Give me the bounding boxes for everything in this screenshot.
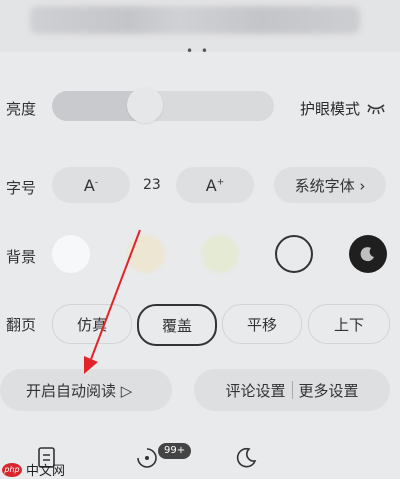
flip-option-simulate[interactable]: 仿真 [52, 304, 132, 344]
background-swatch-dark[interactable] [349, 235, 387, 273]
notification-badge: 99+ [158, 443, 192, 459]
flip-option-slide[interactable]: 平移 [222, 304, 302, 344]
flip-option-vertical[interactable]: 上下 [308, 304, 390, 344]
flip-option-cover[interactable]: 覆盖 [137, 304, 217, 346]
flip-option-label: 仿真 [76, 315, 107, 334]
auto-read-label: 开启自动阅读 ▷ [26, 381, 133, 400]
eye-mode-toggle[interactable]: 护眼模式 [300, 98, 386, 119]
brightness-label: 亮度 [6, 100, 37, 118]
system-font-button[interactable]: 系统字体 › [274, 167, 386, 203]
font-increase-label: A+ [205, 175, 225, 195]
eye-mode-label: 护眼模式 [300, 100, 361, 118]
night-mode-icon[interactable] [234, 446, 258, 470]
flip-option-label: 上下 [333, 315, 364, 334]
flip-option-label: 覆盖 [161, 316, 192, 335]
blurred-header: • • [0, 0, 400, 58]
blurred-title [30, 6, 360, 34]
watermark-logo: php 中文网 [2, 460, 65, 479]
auto-read-button[interactable]: 开启自动阅读 ▷ [0, 369, 172, 411]
background-label: 背景 [6, 248, 37, 266]
watermark-text: 中文网 [26, 464, 66, 479]
divider [291, 381, 293, 399]
php-logo-mark: php [2, 462, 22, 477]
system-font-label: 系统字体 › [294, 176, 366, 195]
brightness-slider[interactable] [52, 91, 274, 121]
drag-handle[interactable]: • • [186, 44, 210, 58]
settings-button-group: 评论设置 更多设置 [194, 369, 390, 411]
brightness-slider-thumb[interactable] [127, 87, 164, 123]
background-swatch-grey[interactable] [275, 235, 313, 273]
comment-settings-button[interactable]: 评论设置 [225, 380, 285, 401]
moon-icon [360, 247, 374, 262]
font-increase-button[interactable]: A+ [176, 167, 254, 203]
background-swatch-green[interactable] [201, 235, 239, 273]
progress-icon[interactable] [135, 446, 159, 470]
background-swatch-cream[interactable] [127, 235, 165, 273]
font-size-label: 字号 [6, 179, 37, 197]
page-flip-label: 翻页 [6, 316, 37, 334]
background-swatch-white[interactable] [52, 235, 90, 273]
font-decrease-label: A- [83, 175, 99, 195]
flip-option-label: 平移 [246, 315, 277, 334]
font-size-value: 23 [143, 177, 161, 193]
font-decrease-button[interactable]: A- [52, 167, 130, 203]
more-settings-button[interactable]: 更多设置 [299, 380, 359, 401]
eye-closed-icon [367, 103, 385, 114]
